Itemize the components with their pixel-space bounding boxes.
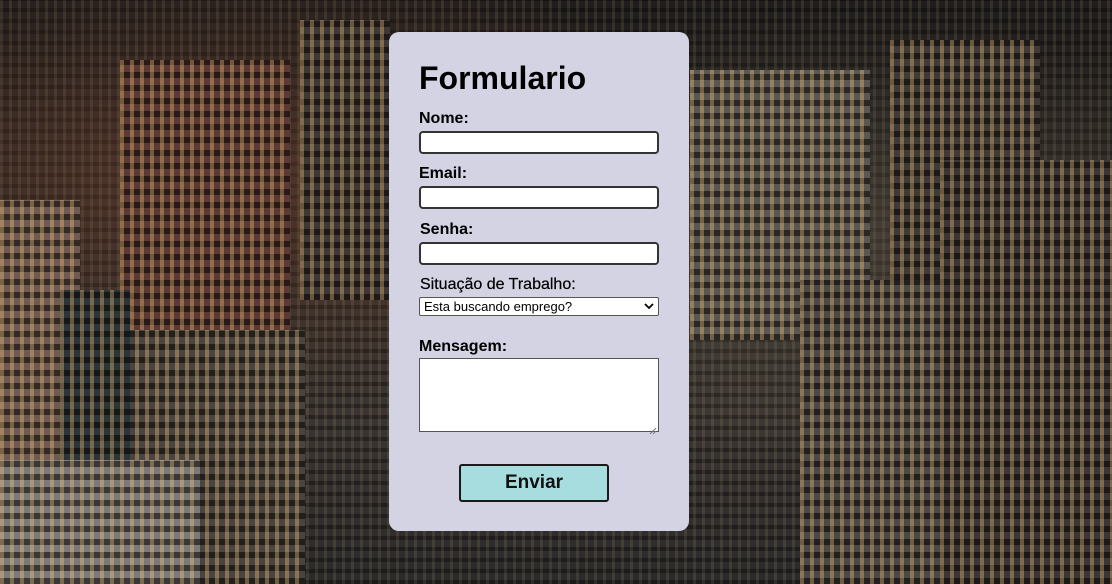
senha-label: Senha: xyxy=(420,221,474,238)
chevron-down-icon xyxy=(642,300,656,314)
submit-button[interactable]: Enviar xyxy=(459,464,609,502)
email-input[interactable] xyxy=(419,186,659,209)
form-card: Formulario Nome: Email: Senha: Situação … xyxy=(389,32,689,531)
mensagem-label: Mensagem: xyxy=(419,338,508,355)
nome-label: Nome: xyxy=(419,110,469,127)
background-building xyxy=(940,160,1112,584)
background-building xyxy=(0,460,200,584)
form-title: Formulario xyxy=(419,60,587,96)
email-label: Email: xyxy=(419,165,468,182)
situacao-selected-value: Esta buscando emprego? xyxy=(424,299,573,314)
resize-grip-icon[interactable] xyxy=(649,422,657,435)
background-building xyxy=(800,280,940,584)
mensagem-textarea[interactable] xyxy=(419,358,659,435)
situacao-select[interactable]: Esta buscando emprego? xyxy=(419,297,659,316)
background-building xyxy=(300,20,390,300)
nome-input[interactable] xyxy=(419,131,659,154)
situacao-label: Situação de Trabalho: xyxy=(420,276,576,293)
senha-input[interactable] xyxy=(419,242,659,265)
